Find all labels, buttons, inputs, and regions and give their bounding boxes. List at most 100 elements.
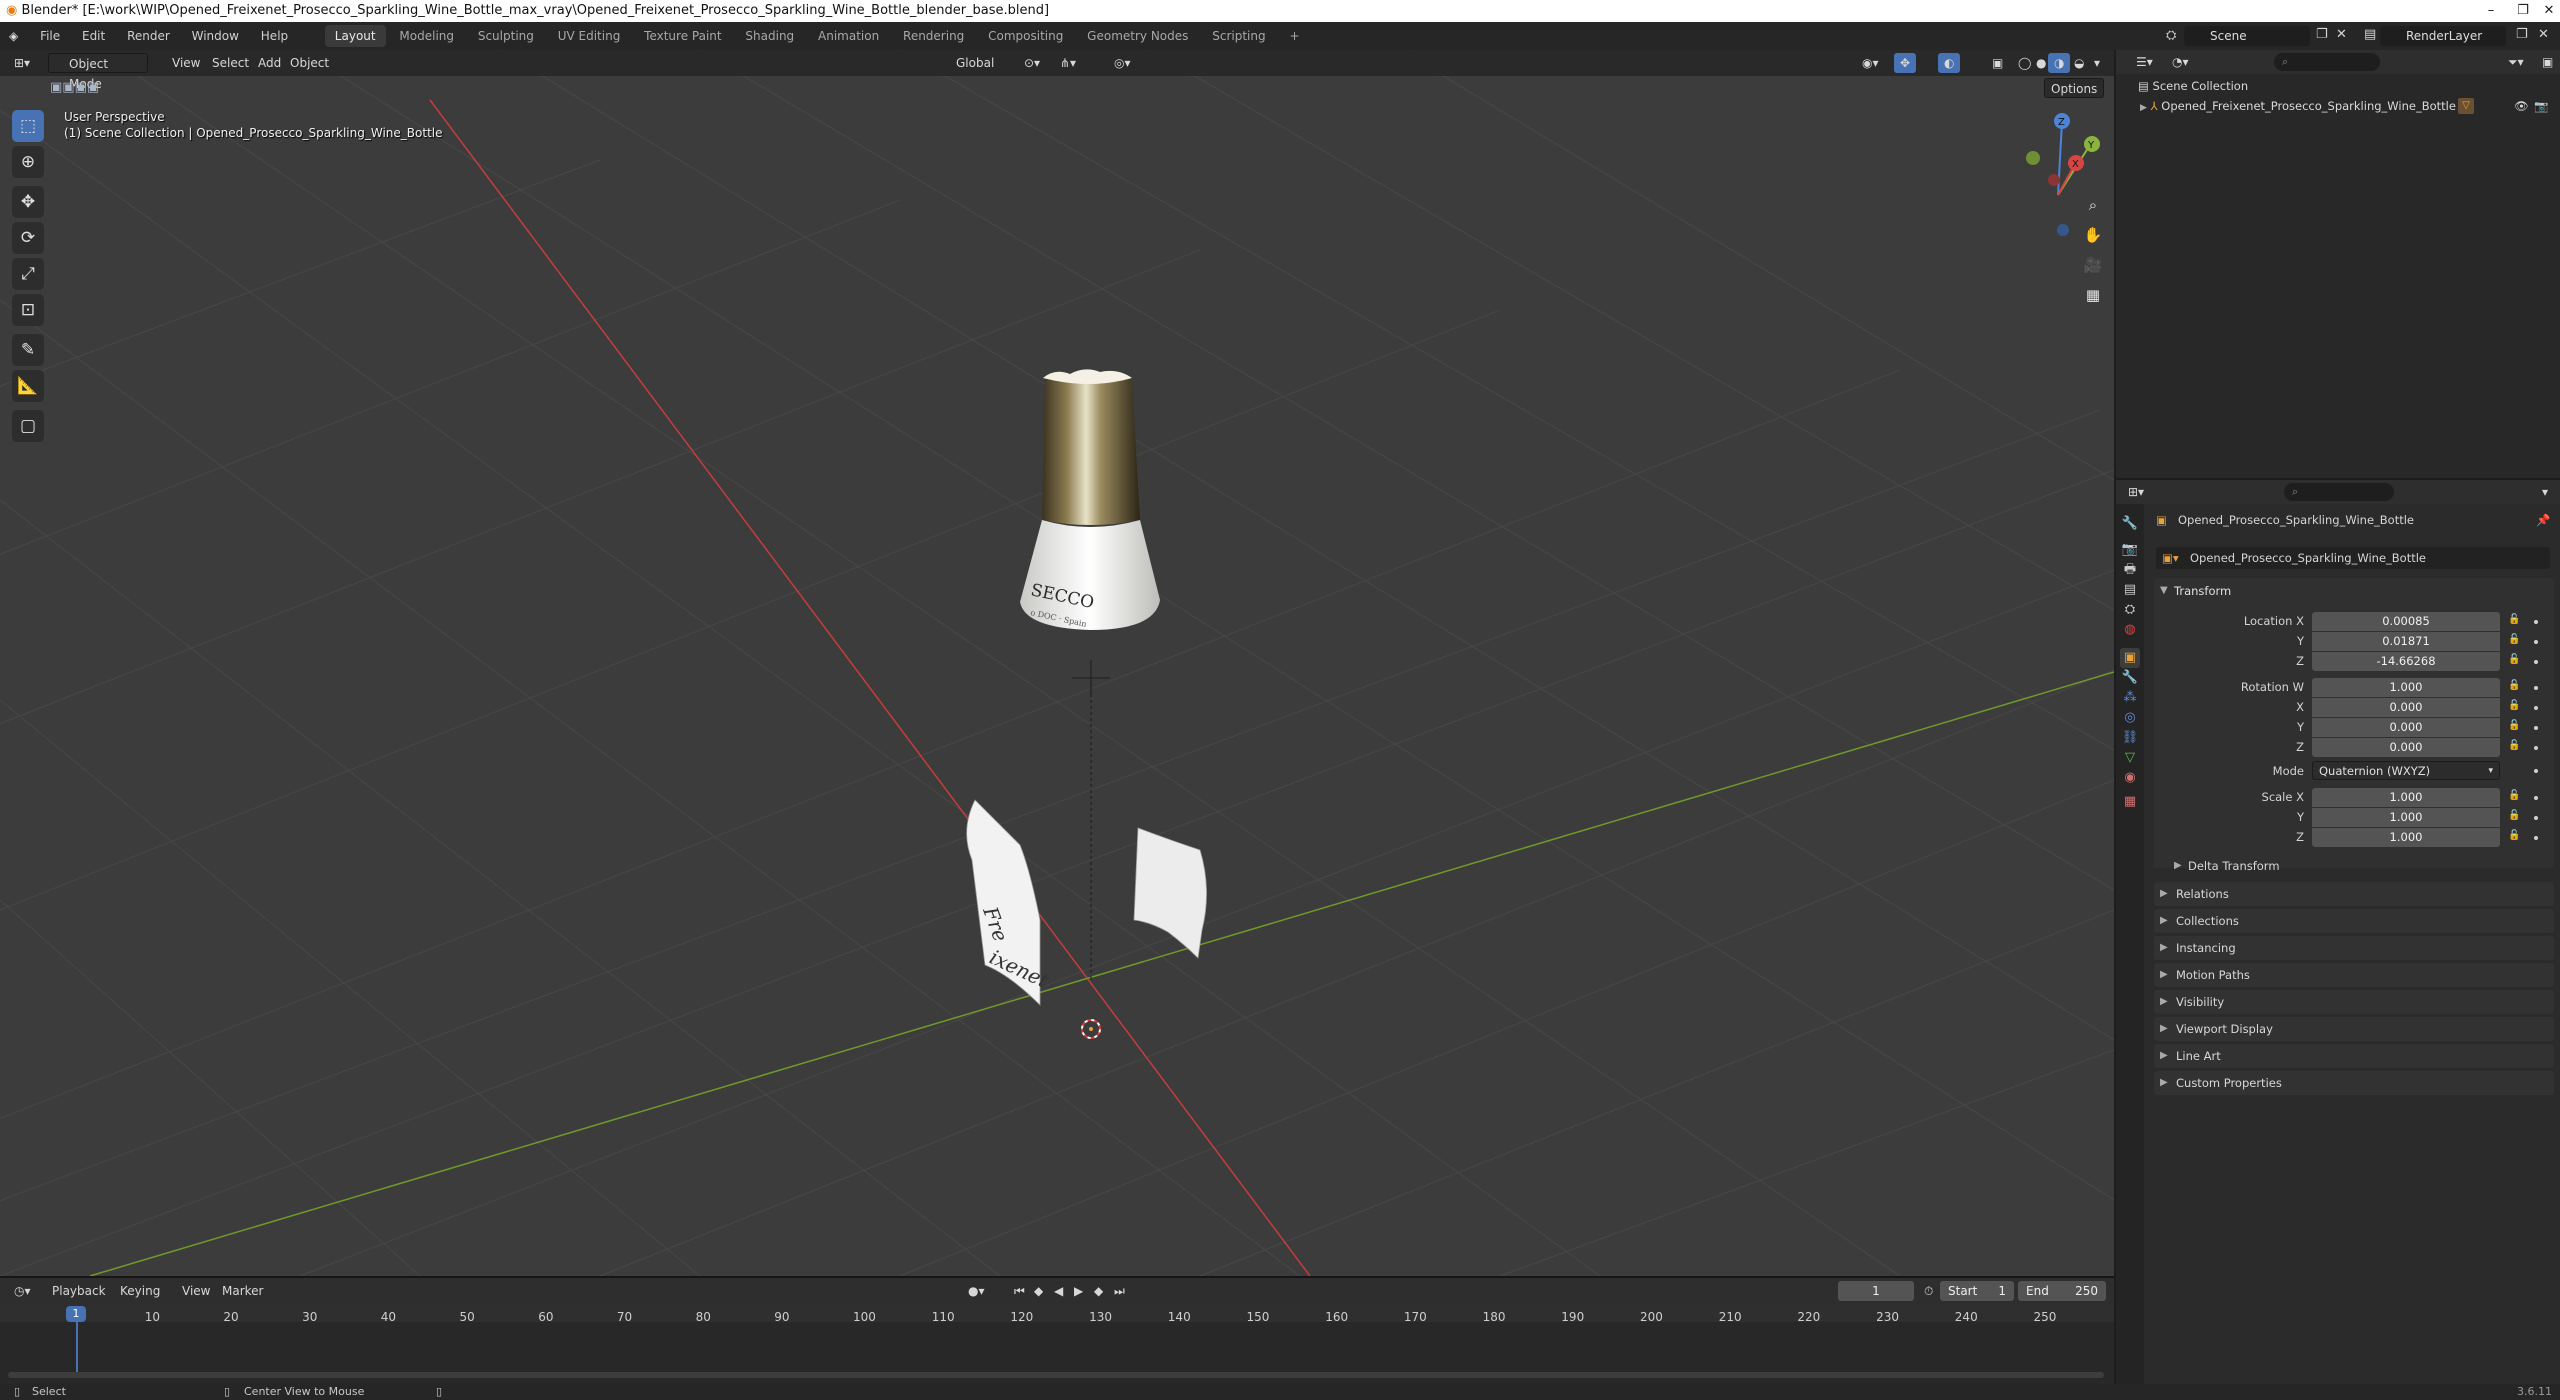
- menu-file[interactable]: File: [31, 22, 69, 50]
- display-mode-icon[interactable]: ◔▾: [2166, 52, 2195, 72]
- tab-shading[interactable]: Shading: [735, 25, 804, 47]
- menu-marker[interactable]: Marker: [216, 1281, 269, 1301]
- particles-tab-icon[interactable]: ⁂: [2120, 688, 2140, 708]
- move-tool[interactable]: ✥: [12, 186, 44, 218]
- object-data-field[interactable]: ▣▾ Opened_Prosecco_Sparkling_Wine_Bottle: [2156, 547, 2550, 569]
- tab-uv-editing[interactable]: UV Editing: [548, 25, 631, 47]
- scale-tool[interactable]: ⤢: [12, 258, 44, 290]
- object-tab-icon[interactable]: ▣: [2120, 648, 2140, 668]
- new-collection-icon[interactable]: ▣: [2536, 52, 2559, 72]
- hide-in-viewport-eye-icon[interactable]: 👁: [2514, 96, 2529, 116]
- new-view-layer-icon[interactable]: ❐: [2516, 27, 2528, 42]
- selection-mode-icons[interactable]: ▣▣▣▣: [44, 78, 105, 98]
- keyframe-dot-icon[interactable]: [2534, 660, 2538, 664]
- material-tab-icon[interactable]: ◉: [2120, 768, 2140, 788]
- viewport-display-panel[interactable]: ▶ Viewport Display: [2154, 1017, 2554, 1041]
- keyframe-dot-icon[interactable]: [2534, 746, 2538, 750]
- transform-tool[interactable]: ⊡: [12, 294, 44, 326]
- rotation-z-field[interactable]: 0.000: [2312, 738, 2500, 757]
- tab-geometry-nodes[interactable]: Geometry Nodes: [1077, 25, 1198, 47]
- tab-rendering[interactable]: Rendering: [893, 25, 974, 47]
- blender-menu-icon[interactable]: ◈: [0, 22, 27, 50]
- keyframe-dot-icon[interactable]: [2534, 836, 2538, 840]
- keyframe-dot-icon[interactable]: [2534, 796, 2538, 800]
- editor-type-icon[interactable]: ⊞▾: [8, 53, 36, 73]
- timeline-editor[interactable]: ◷▾ Playback Keying View Marker ●▾ ⏮ ◆ ◀ …: [0, 1276, 2114, 1384]
- proportional-edit-icon[interactable]: ◎▾: [1108, 53, 1137, 73]
- delete-scene-icon[interactable]: ✕: [2336, 27, 2347, 42]
- shading-options-icon[interactable]: ▾: [2088, 53, 2106, 73]
- rotation-x-field[interactable]: 0.000: [2312, 698, 2500, 717]
- lock-icon[interactable]: 🔓: [2508, 634, 2520, 645]
- tab-modeling[interactable]: Modeling: [389, 25, 464, 47]
- lock-icon[interactable]: 🔓: [2508, 700, 2520, 711]
- play-icon[interactable]: ▶: [1068, 1281, 1089, 1301]
- data-tab-icon[interactable]: ▽: [2120, 748, 2140, 768]
- scale-y-field[interactable]: 1.000: [2312, 808, 2500, 827]
- zoom-icon[interactable]: ⌕: [2080, 192, 2106, 218]
- collections-panel[interactable]: ▶ Collections: [2154, 909, 2554, 933]
- play-reverse-icon[interactable]: ◀: [1048, 1281, 1069, 1301]
- rotation-w-field[interactable]: 1.000: [2312, 678, 2500, 697]
- location-y-field[interactable]: 0.01871: [2312, 632, 2500, 651]
- keyframe-dot-icon[interactable]: [2534, 726, 2538, 730]
- view-layer-tab-icon[interactable]: ▤: [2120, 580, 2140, 600]
- mode-selector[interactable]: Object Mode: [48, 53, 148, 91]
- xray-icon[interactable]: ▣: [1986, 53, 2009, 73]
- lock-icon[interactable]: 🔓: [2508, 654, 2520, 665]
- keyframe-dot-icon[interactable]: [2534, 769, 2538, 773]
- properties-options-icon[interactable]: ▾: [2536, 482, 2554, 502]
- tab-layout[interactable]: Layout: [324, 25, 386, 47]
- custom-properties-panel[interactable]: ▶ Custom Properties: [2154, 1071, 2554, 1095]
- lock-icon[interactable]: 🔓: [2508, 720, 2520, 731]
- snap-icon[interactable]: ⋔▾: [1054, 53, 1082, 73]
- tab-sculpting[interactable]: Sculpting: [468, 25, 544, 47]
- instancing-panel[interactable]: ▶ Instancing: [2154, 936, 2554, 960]
- motion-paths-panel[interactable]: ▶ Motion Paths: [2154, 963, 2554, 987]
- next-keyframe-icon[interactable]: ◆: [1088, 1281, 1109, 1301]
- playhead[interactable]: 1: [66, 1306, 86, 1322]
- rotation-y-field[interactable]: 0.000: [2312, 718, 2500, 737]
- menu-edit[interactable]: Edit: [73, 22, 114, 50]
- menu-window[interactable]: Window: [183, 22, 248, 50]
- menu-keying[interactable]: Keying: [114, 1281, 166, 1301]
- filter-icon[interactable]: ⏷▾: [2502, 52, 2530, 72]
- options-dropdown[interactable]: Options: [2044, 78, 2105, 98]
- view-layer-selector[interactable]: RenderLayer: [2380, 26, 2506, 46]
- pin-icon[interactable]: 📌: [2536, 509, 2550, 531]
- camera-view-icon[interactable]: 🎥: [2080, 252, 2106, 278]
- texture-tab-icon[interactable]: ▦: [2120, 792, 2140, 812]
- location-x-field[interactable]: 0.00085: [2312, 612, 2500, 631]
- object-name-row[interactable]: ▣ Opened_Prosecco_Sparkling_Wine_Bottle …: [2150, 509, 2550, 531]
- new-scene-icon[interactable]: ❐: [2316, 27, 2328, 42]
- disable-render-camera-icon[interactable]: 📷: [2534, 96, 2548, 116]
- lock-icon[interactable]: 🔓: [2508, 614, 2520, 625]
- scene-icon[interactable]: ⛭: [2166, 28, 2176, 43]
- transform-panel-header[interactable]: ▼ Transform: [2154, 580, 2554, 602]
- modifiers-tab-icon[interactable]: 🔧: [2120, 668, 2140, 688]
- scene-selector[interactable]: Scene: [2184, 26, 2310, 46]
- overlays-icon[interactable]: ◐: [1938, 53, 1961, 73]
- scale-z-field[interactable]: 1.000: [2312, 828, 2500, 847]
- end-frame-field[interactable]: End 250: [2018, 1281, 2106, 1301]
- menu-add[interactable]: Add: [252, 53, 287, 73]
- constraints-tab-icon[interactable]: ⛓: [2120, 728, 2140, 748]
- physics-tab-icon[interactable]: ◎: [2120, 708, 2140, 728]
- select-box-tool[interactable]: ⬚: [12, 110, 44, 142]
- relations-panel[interactable]: ▶ Relations: [2154, 882, 2554, 906]
- keyframe-dot-icon[interactable]: [2534, 640, 2538, 644]
- menu-view[interactable]: View: [166, 53, 206, 73]
- tab-texture-paint[interactable]: Texture Paint: [634, 25, 731, 47]
- outliner-object-row[interactable]: ▶ ⅄ Opened_Freixenet_Prosecco_Sparkling_…: [2116, 96, 2560, 116]
- tab-animation[interactable]: Animation: [808, 25, 889, 47]
- 3d-viewport[interactable]: SECCO o DOC · Spain Fre ixenet Z Y X ⊞▾ …: [0, 50, 2114, 1276]
- gizmo-toggle-icon[interactable]: ✥: [1894, 53, 1917, 73]
- visibility-icon[interactable]: ◉▾: [1856, 53, 1885, 73]
- scene-tab-icon[interactable]: ⛭: [2120, 600, 2140, 620]
- rotation-mode-dropdown[interactable]: Quaternion (WXYZ) ▾: [2312, 761, 2500, 780]
- annotate-tool[interactable]: ✎: [12, 334, 44, 366]
- ortho-grid-icon[interactable]: ▦: [2080, 282, 2106, 308]
- lock-icon[interactable]: 🔓: [2508, 740, 2520, 751]
- expand-arrow-icon[interactable]: ▶: [2140, 103, 2147, 113]
- prev-keyframe-icon[interactable]: ◆: [1028, 1281, 1049, 1301]
